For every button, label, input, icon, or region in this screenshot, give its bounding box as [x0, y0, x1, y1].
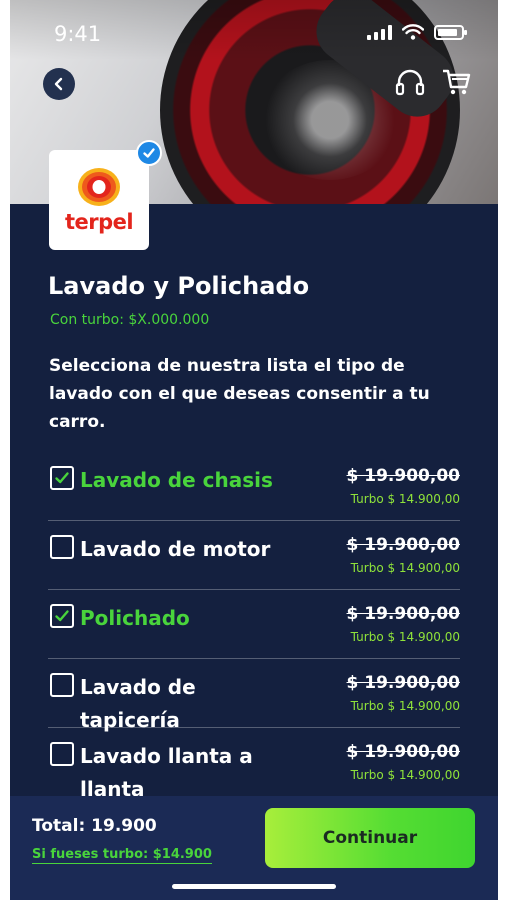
home-indicator: [172, 884, 336, 889]
option-label: Polichado: [80, 606, 190, 630]
battery-icon: [434, 24, 467, 40]
app-screen: 9:41 terpel Lavado y Polichado Con turbo…: [10, 0, 498, 900]
option-turbo-price: Turbo $ 14.900,00: [350, 699, 460, 713]
option-price: $ 19.900,00: [346, 466, 460, 486]
option-turbo-price: Turbo $ 14.900,00: [350, 492, 460, 506]
wash-options-list: Lavado de chasis $ 19.900,00 Turbo $ 14.…: [48, 452, 460, 808]
wifi-icon: [402, 24, 424, 40]
brand-logo-text: terpel: [64, 210, 134, 234]
check-icon: [55, 472, 69, 484]
option-row[interactable]: Lavado de motor $ 19.900,00 Turbo $ 14.9…: [48, 521, 460, 590]
continue-button[interactable]: Continuar: [265, 808, 475, 868]
option-checkbox[interactable]: [50, 673, 74, 697]
turbo-savings-link[interactable]: Si fueses turbo: $14.900: [32, 847, 212, 864]
status-time: 9:41: [54, 22, 102, 46]
cart-button[interactable]: [440, 66, 472, 98]
headset-icon: [395, 69, 425, 96]
option-checkbox[interactable]: [50, 466, 74, 490]
cart-icon: [443, 69, 471, 95]
status-icons: [367, 24, 467, 40]
option-turbo-price: Turbo $ 14.900,00: [350, 630, 460, 644]
chevron-left-icon: [54, 77, 63, 91]
page-title: Lavado y Polichado: [48, 272, 310, 300]
check-badge-icon: [143, 148, 155, 158]
option-label: Lavado de motor: [80, 537, 271, 561]
option-label: Lavado de chasis: [80, 468, 273, 492]
total-amount: Total: 19.900: [32, 816, 157, 836]
option-turbo-price: Turbo $ 14.900,00: [350, 561, 460, 575]
terpel-emblem-icon: [78, 168, 120, 206]
signal-icon: [367, 24, 392, 40]
service-description: Selecciona de nuestra lista el tipo de l…: [49, 356, 430, 432]
option-price: $ 19.900,00: [346, 742, 460, 762]
option-price: $ 19.900,00: [346, 535, 460, 555]
turbo-price-label: Con turbo: $X.000.000: [50, 312, 210, 328]
option-checkbox[interactable]: [50, 535, 74, 559]
option-price: $ 19.900,00: [346, 604, 460, 624]
support-button[interactable]: [394, 66, 426, 98]
back-button[interactable]: [43, 68, 75, 100]
option-row[interactable]: Lavado de chasis $ 19.900,00 Turbo $ 14.…: [48, 452, 460, 521]
option-checkbox[interactable]: [50, 604, 74, 628]
check-icon: [55, 610, 69, 622]
option-row[interactable]: Lavado de tapicería $ 19.900,00 Turbo $ …: [48, 659, 460, 732]
option-price: $ 19.900,00: [346, 673, 460, 693]
brand-logo: terpel: [49, 150, 149, 250]
option-turbo-price: Turbo $ 14.900,00: [350, 768, 460, 782]
option-checkbox[interactable]: [50, 742, 74, 766]
verified-badge: [136, 140, 162, 166]
option-row[interactable]: Polichado $ 19.900,00 Turbo $ 14.900,00: [48, 590, 460, 659]
